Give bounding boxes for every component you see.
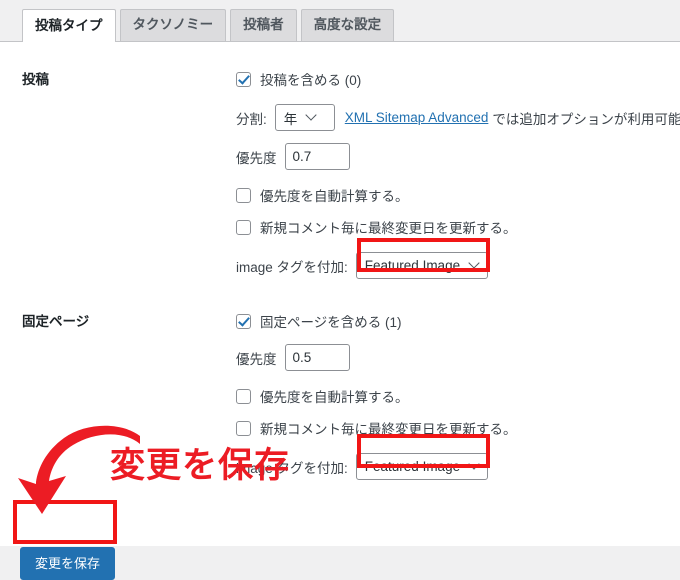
pages-image-tag-select[interactable]: Featured Image: [355, 453, 489, 480]
posts-split-value: 年: [283, 111, 298, 127]
posts-update-comment-label: 新規コメント毎に最終変更日を更新する。: [260, 221, 517, 236]
posts-include-row: 投稿を含める (0): [236, 68, 676, 90]
section-pages-label: 固定ページ: [22, 314, 90, 329]
xml-sitemap-advanced-suffix: では追加オプションが利用可能。: [492, 111, 680, 127]
posts-auto-priority-row: 優先度を自動計算する。: [236, 185, 676, 205]
pages-auto-priority-row: 優先度を自動計算する。: [236, 386, 676, 406]
pages-priority-label: 優先度: [236, 351, 277, 367]
section-posts-label: 投稿: [22, 72, 49, 87]
posts-include-label: 投稿を含める (0): [260, 73, 362, 88]
posts-update-comment-checkbox[interactable]: [236, 219, 251, 235]
posts-split-select[interactable]: 年: [274, 104, 335, 131]
posts-priority-row: 優先度 0.7: [236, 143, 676, 170]
tab-bar: 投稿タイプ タクソノミー 投稿者 高度な設定: [0, 0, 680, 42]
tab-authors[interactable]: 投稿者: [230, 9, 297, 41]
posts-image-tag-value: Featured Image: [364, 258, 461, 273]
settings-panel: 投稿 投稿を含める (0) 分割: 年 XML Sitemap Advanced…: [0, 42, 680, 580]
pages-include-checkbox[interactable]: [236, 313, 251, 329]
xml-sitemap-advanced-link[interactable]: XML Sitemap Advanced: [345, 110, 489, 125]
pages-auto-priority-checkbox[interactable]: [236, 388, 251, 404]
posts-priority-input[interactable]: 0.7: [284, 143, 350, 170]
chevron-down-icon: [307, 111, 316, 120]
posts-include-checkbox[interactable]: [236, 71, 251, 87]
posts-image-tag-select[interactable]: Featured Image: [355, 252, 489, 279]
posts-split-row: 分割: 年 XML Sitemap Advanced では追加オプションが利用可…: [236, 104, 680, 131]
pages-priority-input[interactable]: 0.5: [284, 344, 350, 371]
tab-taxonomies[interactable]: タクソノミー: [119, 9, 227, 41]
posts-image-tag-label: image タグを付加:: [236, 259, 348, 275]
chevron-down-icon: [470, 460, 479, 469]
pages-update-comment-row: 新規コメント毎に最終変更日を更新する。: [236, 418, 676, 438]
pages-image-tag-row: image タグを付加: Featured Image: [236, 453, 676, 480]
section-posts-fields: 投稿を含める (0) 分割: 年 XML Sitemap Advanced では…: [236, 68, 680, 279]
pages-priority-row: 優先度 0.5: [236, 344, 676, 371]
posts-image-tag-row: image タグを付加: Featured Image: [236, 252, 676, 279]
chevron-down-icon: [470, 259, 479, 268]
posts-priority-label: 優先度: [236, 150, 277, 166]
save-changes-button[interactable]: 変更を保存: [20, 547, 116, 580]
posts-update-comment-row: 新規コメント毎に最終変更日を更新する。: [236, 217, 676, 237]
pages-image-tag-value: Featured Image: [364, 459, 461, 474]
pages-image-tag-label: image タグを付加:: [236, 460, 348, 476]
posts-split-label: 分割:: [236, 111, 267, 127]
pages-update-comment-checkbox[interactable]: [236, 420, 251, 436]
pages-include-row: 固定ページを含める (1): [236, 310, 676, 332]
tab-advanced-settings[interactable]: 高度な設定: [300, 9, 395, 41]
pages-include-label: 固定ページを含める (1): [260, 315, 402, 330]
pages-update-comment-label: 新規コメント毎に最終変更日を更新する。: [260, 422, 517, 437]
tab-post-types[interactable]: 投稿タイプ: [22, 9, 116, 42]
posts-auto-priority-label: 優先度を自動計算する。: [260, 189, 409, 204]
section-pages-fields: 固定ページを含める (1) 優先度 0.5 優先度を自動計算する。 新規コメント…: [236, 310, 676, 480]
posts-auto-priority-checkbox[interactable]: [236, 187, 251, 203]
pages-auto-priority-label: 優先度を自動計算する。: [260, 390, 409, 405]
